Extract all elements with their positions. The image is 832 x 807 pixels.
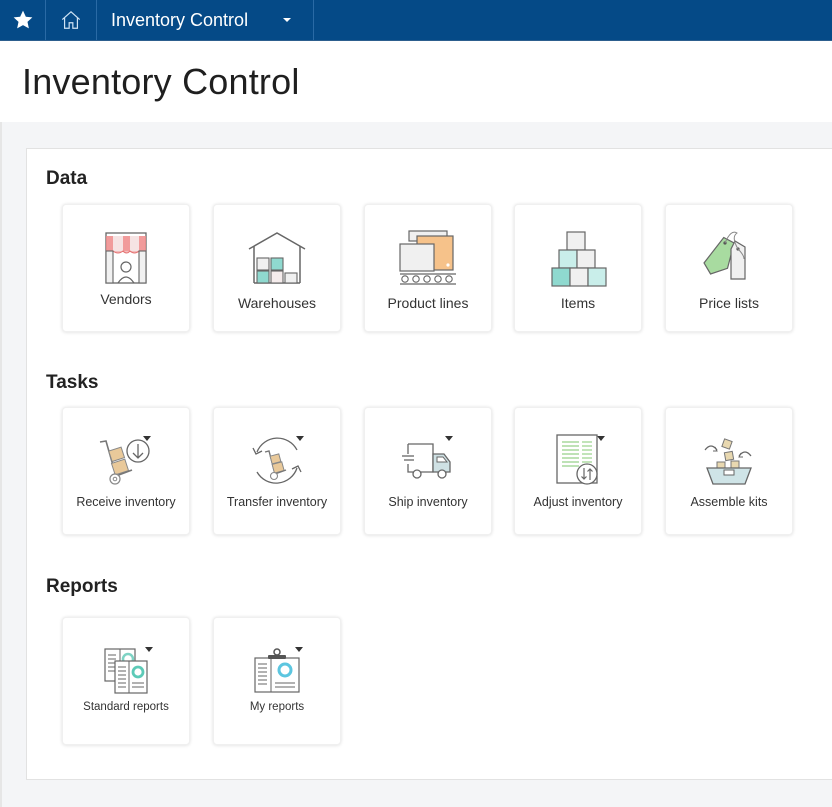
star-icon	[13, 10, 32, 29]
page-header: Inventory Control	[0, 41, 832, 122]
tile-items[interactable]: Items	[514, 204, 642, 332]
tile-receive-inventory[interactable]: Receive inventory	[62, 407, 190, 535]
product-lines-icon	[399, 230, 456, 285]
warehouse-icon	[248, 232, 306, 284]
home-button[interactable]	[46, 0, 97, 40]
tile-label: Vendors	[100, 291, 152, 307]
transfer-dolly-icon	[252, 437, 302, 484]
tile-label: Standard reports	[83, 701, 169, 713]
delivery-truck-icon	[402, 443, 451, 479]
tile-vendors[interactable]: Vendors	[62, 204, 190, 332]
module-label: Inventory Control	[111, 9, 249, 30]
standard-reports-icon	[104, 648, 148, 694]
clipboard-report-icon	[254, 648, 300, 693]
tile-standard-reports[interactable]: Standard reports	[62, 617, 190, 745]
adjust-document-icon	[556, 434, 598, 485]
tile-adjust-inventory[interactable]: Adjust inventory	[514, 407, 642, 535]
tile-price-lists[interactable]: Price lists	[665, 204, 793, 332]
section-title-reports: Reports	[46, 576, 118, 597]
tile-my-reports[interactable]: My reports	[213, 617, 341, 745]
tile-label: Items	[560, 295, 596, 311]
assemble-basket-icon	[704, 438, 752, 485]
tile-warehouses[interactable]: Warehouses	[213, 204, 341, 332]
tile-label: Product lines	[387, 295, 469, 311]
favorites-button[interactable]	[0, 0, 46, 40]
tile-label: Warehouses	[237, 295, 317, 311]
page-title: Inventory Control	[22, 61, 300, 102]
module-selector[interactable]: Inventory Control	[97, 0, 314, 40]
vendor-storefront-icon	[105, 232, 147, 284]
tile-label: Adjust inventory	[533, 495, 623, 509]
section-title-data: Data	[46, 168, 88, 189]
receive-dolly-icon	[99, 439, 150, 485]
tile-transfer-inventory[interactable]: Transfer inventory	[213, 407, 341, 535]
top-nav-bar: Inventory Control	[0, 0, 832, 41]
tile-label: Receive inventory	[76, 495, 176, 509]
items-boxes-icon	[551, 231, 607, 287]
tile-label: Assemble kits	[690, 495, 768, 509]
tile-assemble-kits[interactable]: Assemble kits	[665, 407, 793, 535]
tile-label: Price lists	[699, 295, 759, 311]
workspace-panel: Data Vendors Warehouses Product lines It…	[26, 148, 832, 780]
home-icon	[61, 10, 81, 29]
tile-label: Ship inventory	[388, 495, 468, 509]
tile-label: Transfer inventory	[226, 495, 328, 509]
caret-down-icon[interactable]	[283, 18, 291, 22]
tile-product-lines[interactable]: Product lines	[364, 204, 492, 332]
section-title-tasks: Tasks	[46, 372, 99, 393]
price-tags-icon	[703, 231, 746, 280]
tile-label: My reports	[249, 701, 305, 713]
tile-ship-inventory[interactable]: Ship inventory	[364, 407, 492, 535]
